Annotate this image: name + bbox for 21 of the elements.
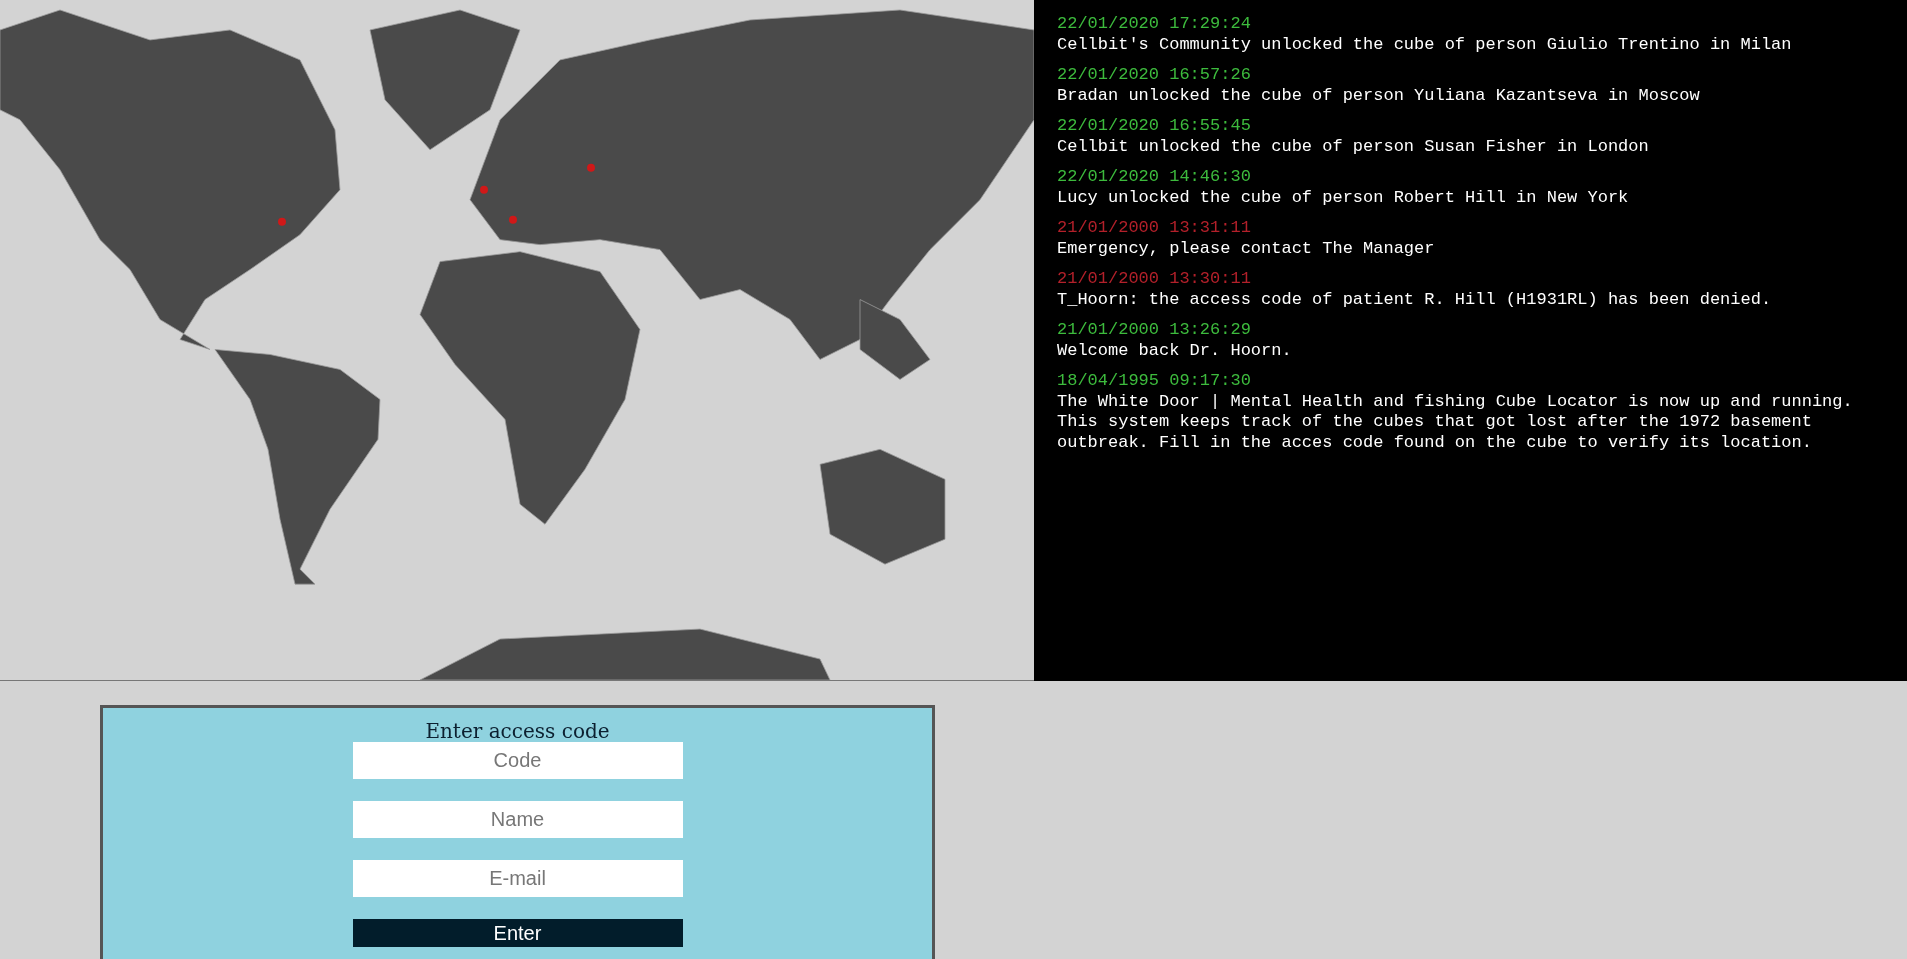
log-timestamp: 21/01/2000 13:26:29 [1057,320,1252,341]
log-timestamp: 18/04/1995 09:17:30 [1057,371,1252,392]
log-timestamp: 22/01/2020 16:55:45 [1057,116,1252,137]
log-timestamp: 21/01/2000 13:31:11 [1057,218,1252,239]
log-message: Welcome back Dr. Hoorn. [1057,340,1293,361]
form-title: Enter access code [425,719,610,743]
log-message: Lucy unlocked the cube of person Robert Hill in New York [1057,187,1630,208]
log-message: Cellbit's Community unlocked the cube of person Giulio Trentino in Milan [1057,34,1793,55]
input-field[interactable]: Name [352,801,683,838]
log-message: The White Door | Mental Health and fishing Cube Locator is now up and running. This system keeps track of the cubes that got lost after the 1972 basement outbreak. Fill in the acces code found on the cube to verify its location. [1057,391,1854,453]
log-timestamp: 21/01/2000 13:30:11 [1057,269,1252,290]
log-message: Cellbit unlocked the cube of person Susan Fisher in London [1057,136,1650,157]
input-field[interactable]: Code [352,742,683,779]
log-message: Bradan unlocked the cube of person Yuliana Kazantseva in Moscow [1057,85,1701,106]
log-timestamp: 22/01/2020 17:29:24 [1057,14,1252,35]
enter-button[interactable]: Enter [352,919,683,947]
input-field[interactable]: E-mail [352,860,683,897]
log-message: Emergency, please contact The Manager [1057,238,1436,259]
log-timestamp: 22/01/2020 14:46:30 [1057,167,1252,188]
log-timestamp: 22/01/2020 16:57:26 [1057,65,1252,86]
log-message: T_Hoorn: the access code of patient R. Hill (H1931RL) has been denied. [1057,289,1773,310]
